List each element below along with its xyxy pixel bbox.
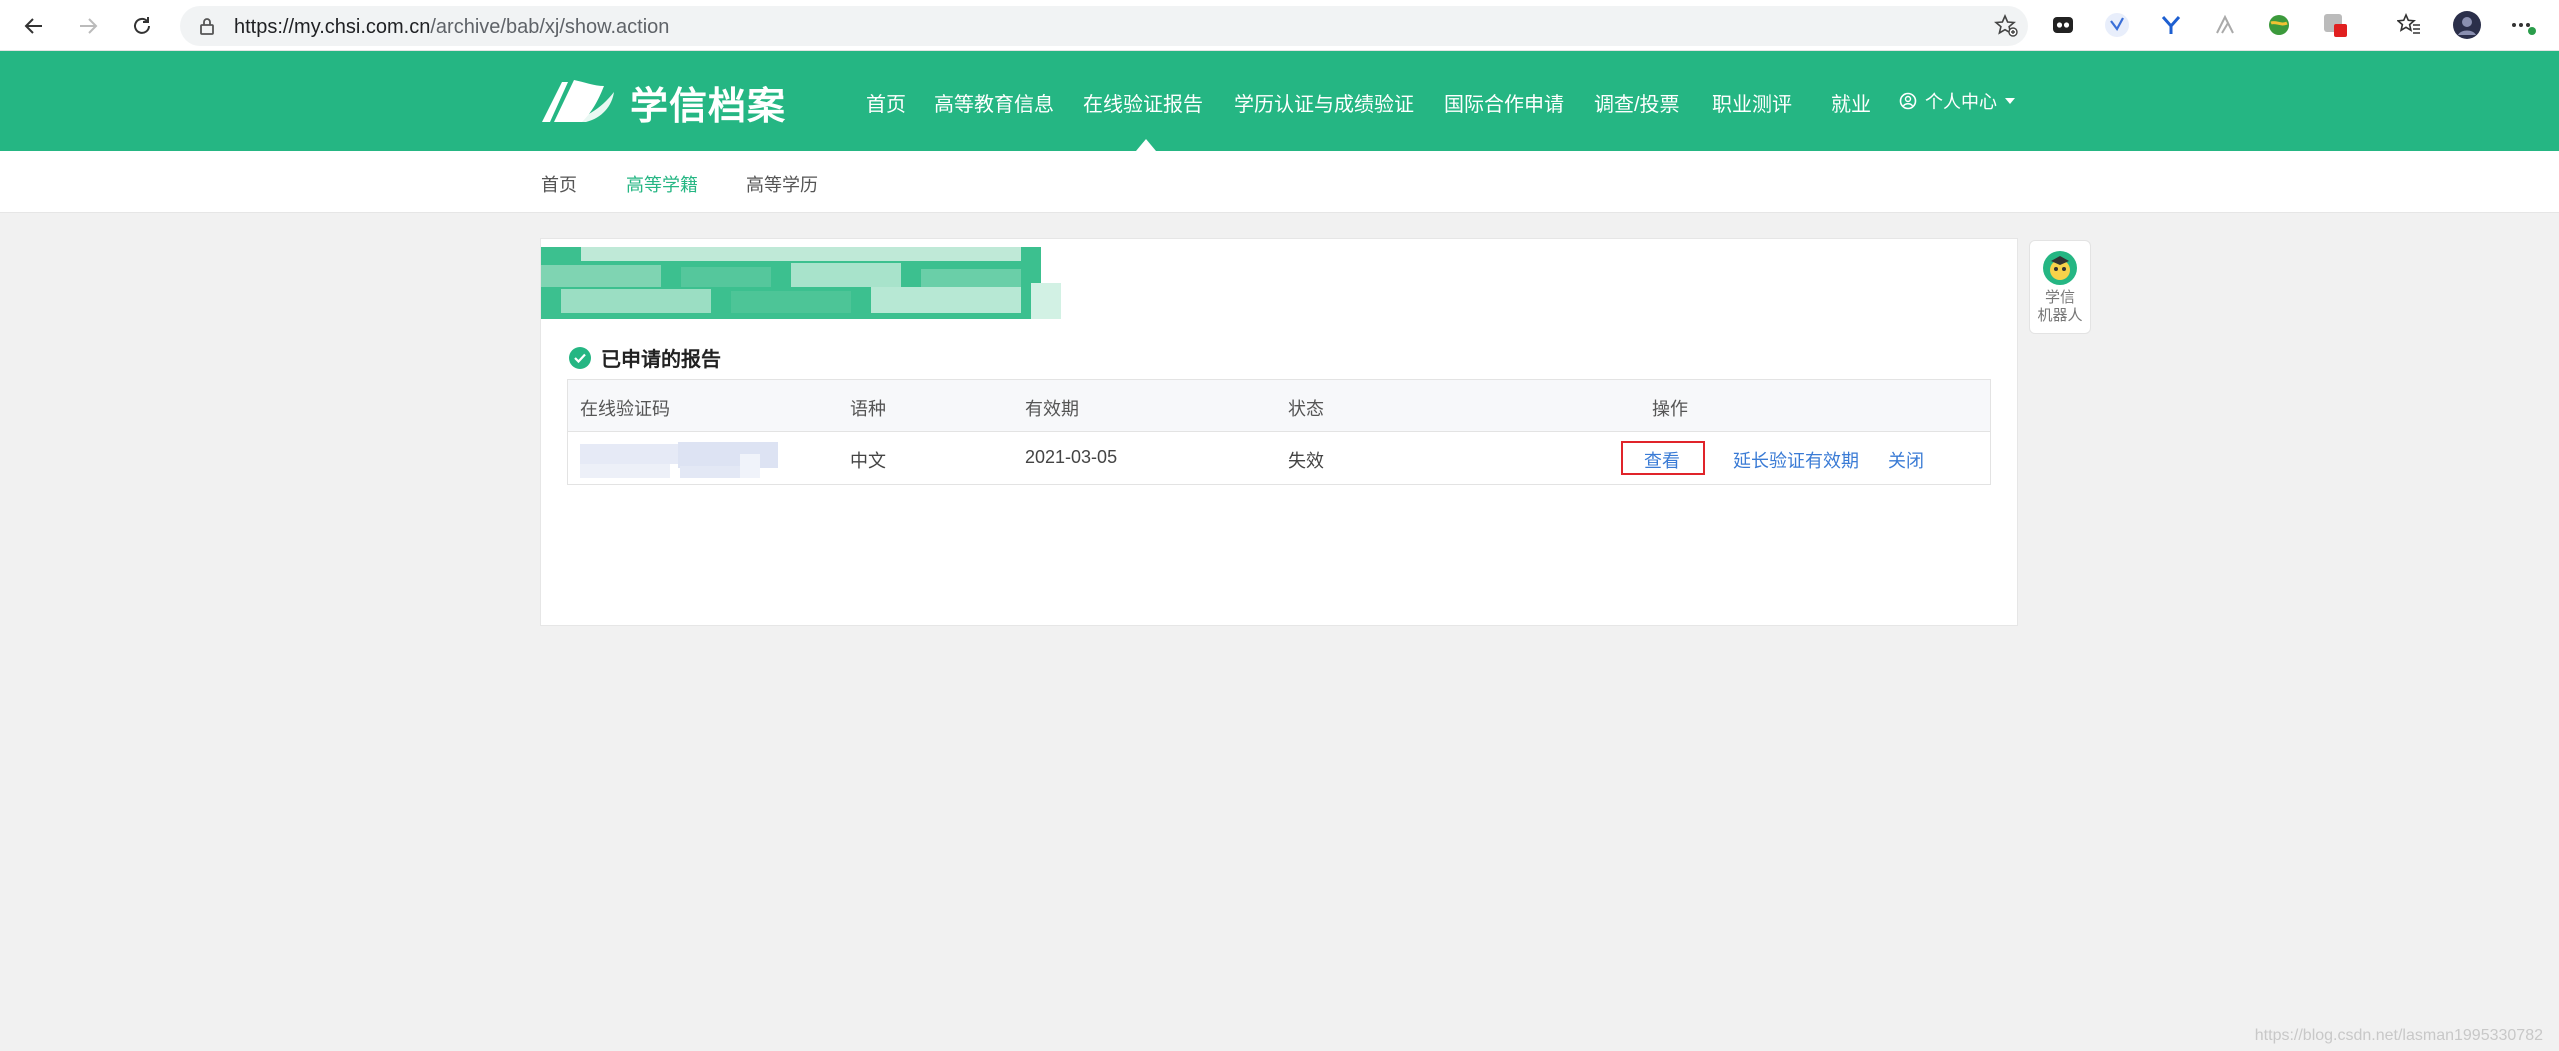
nav-career-assessment[interactable]: 职业测评: [1712, 88, 1792, 117]
extension-globe-icon[interactable]: [2266, 12, 2292, 38]
site-header: 学信档案 首页 高等教育信息 在线验证报告 学历认证与成绩验证 国际合作申请 调…: [0, 51, 2559, 151]
row-language: 中文: [850, 451, 886, 471]
table-row: 中文 2021-03-05 失效 查看 延长验证有效期 关闭: [568, 432, 1990, 484]
nav-personal-center-label: 个人中心: [1925, 92, 1997, 112]
robot-icon: [2043, 251, 2077, 285]
back-icon[interactable]: [16, 8, 52, 44]
robot-assistant-button[interactable]: 学信 机器人: [2029, 240, 2091, 334]
header-actions: 操作: [1652, 399, 1688, 419]
subnav-higher-degree[interactable]: 高等学历: [746, 171, 818, 197]
subnav-home[interactable]: 首页: [541, 171, 577, 197]
url-text: https://my.chsi.com.cn/archive/bab/xj/sh…: [234, 16, 669, 39]
report-table: 在线验证码 语种 有效期 状态 操作 中文 2021-03-05 失效 查看 延…: [567, 379, 1991, 485]
header-expiry: 有效期: [1025, 399, 1079, 419]
add-favorite-icon[interactable]: [1994, 13, 2018, 43]
header-language: 语种: [850, 399, 886, 419]
header-code: 在线验证码: [580, 399, 670, 419]
reload-icon[interactable]: [124, 8, 160, 44]
row-expiry: 2021-03-05: [1025, 447, 1118, 467]
lock-icon: [198, 16, 216, 41]
subnav-higher-enrollment[interactable]: 高等学籍: [626, 171, 698, 197]
redacted-verification-code: [580, 440, 780, 478]
extension-y-icon[interactable]: [2158, 12, 2184, 38]
extension-badge-icon[interactable]: [2322, 12, 2348, 38]
row-status: 失效: [1288, 451, 1324, 471]
section-title: 已申请的报告: [601, 349, 721, 371]
watermark: https://blog.csdn.net/lasman1995330782: [2254, 1027, 2543, 1044]
nav-employment[interactable]: 就业: [1831, 88, 1871, 117]
nav-degree-certification[interactable]: 学历认证与成绩验证: [1234, 88, 1414, 117]
site-logo[interactable]: 学信档案: [540, 75, 786, 129]
nav-home[interactable]: 首页: [866, 88, 906, 117]
robot-label-line1: 学信: [2044, 289, 2075, 306]
section-heading: 已申请的报告: [569, 343, 721, 372]
address-bar[interactable]: https://my.chsi.com.cn/archive/bab/xj/sh…: [180, 6, 2028, 46]
header-status: 状态: [1288, 399, 1324, 419]
avatar[interactable]: [2452, 10, 2482, 40]
nav-personal-center[interactable]: 个人中心: [1899, 88, 2015, 114]
extend-validity-link[interactable]: 延长验证有效期: [1733, 447, 1859, 473]
view-report-link[interactable]: 查看: [1644, 447, 1680, 473]
logo-book-icon: [540, 76, 618, 129]
user-circle-icon: [1899, 92, 1917, 110]
chevron-down-icon: [2005, 98, 2015, 104]
translate-extension-icon[interactable]: [2104, 12, 2130, 38]
table-header-row: 在线验证码 语种 有效期 状态 操作: [568, 380, 1990, 432]
extension-a-icon[interactable]: [2212, 12, 2238, 38]
extension-icon[interactable]: [2050, 12, 2076, 38]
logo-text: 学信档案: [630, 85, 787, 128]
sub-navigation: 首页 高等学籍 高等学历: [0, 151, 2559, 213]
url-path: /archive/bab/xj/show.action: [430, 16, 670, 38]
nav-survey-vote[interactable]: 调查/投票: [1594, 88, 1680, 117]
check-circle-icon: [569, 346, 591, 369]
browser-toolbar: https://my.chsi.com.cn/archive/bab/xj/sh…: [0, 0, 2559, 51]
more-menu-icon[interactable]: [2510, 12, 2536, 38]
redacted-name-banner: [541, 247, 1061, 319]
nav-online-verification-report[interactable]: 在线验证报告: [1083, 88, 1203, 117]
url-domain: https://my.chsi.com.cn: [234, 16, 431, 38]
report-card: 已申请的报告 在线验证码 语种 有效期 状态 操作 中文 2021-03-05 …: [540, 238, 2018, 626]
active-nav-indicator: [1136, 139, 1156, 151]
nav-international-application[interactable]: 国际合作申请: [1444, 88, 1564, 117]
robot-label-line2: 机器人: [2037, 307, 2083, 324]
nav-higher-education-info[interactable]: 高等教育信息: [934, 88, 1054, 117]
forward-icon[interactable]: [70, 8, 106, 44]
close-report-link[interactable]: 关闭: [1888, 447, 1924, 473]
favorites-icon[interactable]: [2396, 12, 2422, 38]
